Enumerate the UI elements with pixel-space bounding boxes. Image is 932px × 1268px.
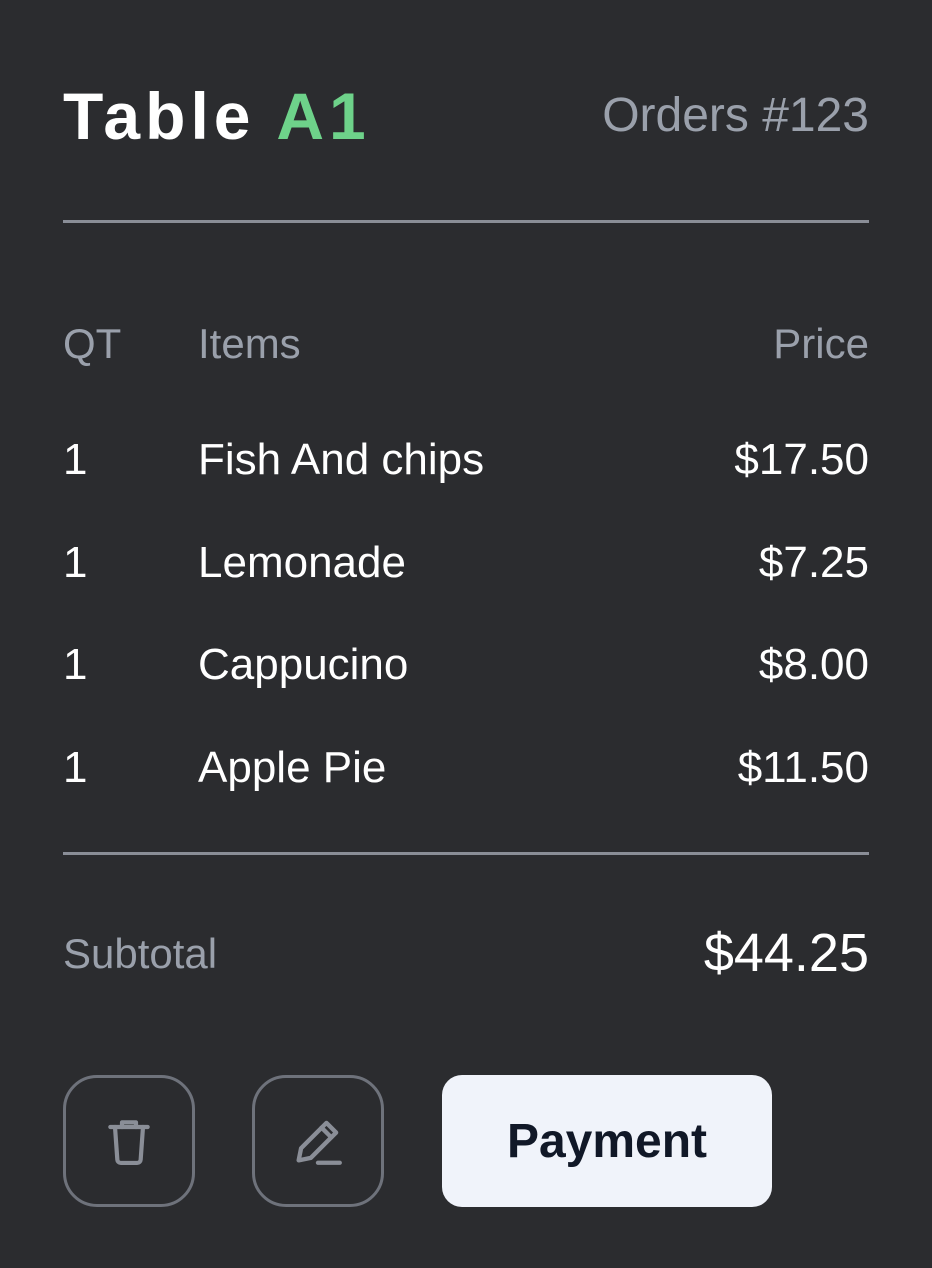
- column-header-qt: QT: [63, 320, 122, 367]
- summary-divider: [63, 852, 869, 855]
- header-divider: [63, 220, 869, 223]
- row-quantity: 1: [63, 435, 88, 484]
- row-quantity: 1: [63, 742, 88, 792]
- column-header-items: Items: [198, 320, 301, 367]
- row-item-name: Cappucino: [198, 640, 409, 689]
- row-price: $11.50: [737, 742, 869, 792]
- edit-order-button[interactable]: [252, 1075, 384, 1207]
- order-row[interactable]: 1 Cappucino $8.00: [63, 637, 869, 740]
- subtotal-row: Subtotal $44.25: [63, 918, 869, 988]
- table-title: Table A1: [63, 76, 371, 156]
- order-actions: Payment: [63, 1075, 869, 1207]
- payment-button[interactable]: Payment: [442, 1075, 772, 1207]
- order-number: Orders #123: [602, 89, 869, 142]
- row-price: $17.50: [734, 435, 869, 484]
- subtotal-label: Subtotal: [63, 930, 218, 977]
- order-row[interactable]: 1 Fish And chips $17.50: [63, 432, 869, 535]
- trash-icon: [108, 1120, 150, 1166]
- order-table-header: QT Items Price: [63, 316, 869, 372]
- order-header: Table A1 Orders #123: [63, 76, 869, 156]
- order-row[interactable]: 1 Lemonade $7.25: [63, 535, 869, 638]
- row-item-name: Lemonade: [198, 537, 406, 587]
- row-price: $7.25: [758, 537, 869, 587]
- row-quantity: 1: [63, 640, 88, 689]
- order-panel: Table A1 Orders #123 QT Items Price 1 Fi…: [63, 0, 869, 1268]
- order-row[interactable]: 1 Apple Pie $11.50: [63, 740, 869, 843]
- table-title-prefix: Table: [63, 79, 256, 153]
- delete-order-button[interactable]: [63, 1075, 195, 1207]
- order-items-list: 1 Fish And chips $17.50 1 Lemonade $7.25…: [63, 432, 869, 842]
- row-item-name: Apple Pie: [198, 742, 387, 792]
- row-price: $8.00: [758, 640, 869, 689]
- pencil-icon: [296, 1120, 342, 1165]
- column-header-price: Price: [773, 320, 869, 367]
- subtotal-value: $44.25: [703, 923, 869, 983]
- row-quantity: 1: [63, 537, 88, 587]
- row-item-name: Fish And chips: [198, 435, 485, 484]
- table-title-accent: A1: [276, 79, 371, 153]
